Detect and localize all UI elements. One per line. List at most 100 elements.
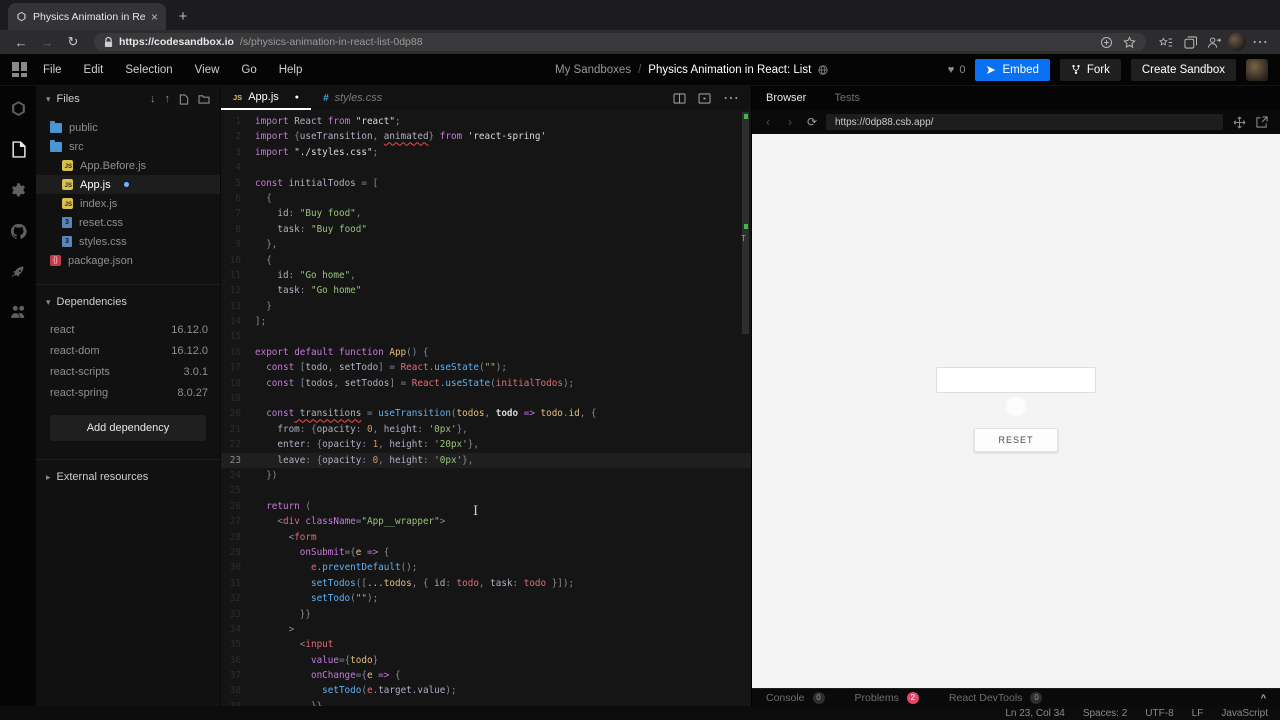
reset-button[interactable]: RESET — [974, 428, 1058, 452]
responsive-mode-icon[interactable] — [1233, 116, 1246, 129]
add-dependency-button[interactable]: Add dependency — [50, 415, 206, 441]
code-line[interactable]: 20 const transitions = useTransition(tod… — [221, 406, 751, 421]
address-bar[interactable]: https://codesandbox.io /s/physics-animat… — [94, 33, 1146, 51]
code-line[interactable]: 33 }} — [221, 607, 751, 622]
menu-go[interactable]: Go — [241, 64, 256, 76]
settings-gear-icon[interactable] — [10, 182, 27, 199]
code-line[interactable]: 21 from: {opacity: 0, height: '0px'}, — [221, 422, 751, 437]
code-line[interactable]: 10 { — [221, 253, 751, 268]
code-line[interactable]: 28 <form — [221, 530, 751, 545]
tab-styles-css[interactable]: # styles.css — [311, 86, 394, 110]
code-line[interactable]: 14]; — [221, 314, 751, 329]
upload-icon[interactable]: ↑ — [165, 93, 171, 105]
code-line[interactable]: 24 }) — [221, 468, 751, 483]
browser-avatar[interactable] — [1228, 33, 1246, 51]
dependency-react[interactable]: react 16.12.0 — [36, 319, 220, 340]
tab-close-icon[interactable]: × — [151, 10, 158, 24]
code-line[interactable]: 9 }, — [221, 237, 751, 252]
code-line[interactable]: 19 — [221, 391, 751, 406]
dependency-react-dom[interactable]: react-dom 16.12.0 — [36, 340, 220, 361]
devtools-tab-react-devtools[interactable]: React DevTools 0 — [949, 691, 1043, 704]
code-line[interactable]: 18 const [todos, setTodos] = React.useSt… — [221, 376, 751, 391]
create-sandbox-button[interactable]: Create Sandbox — [1130, 58, 1236, 81]
code-line[interactable]: 36 value={todo} — [221, 653, 751, 668]
code-line[interactable]: 23 leave: {opacity: 0, height: '0px'}, — [221, 452, 751, 468]
code-line[interactable]: 2 import {useTransition, animated} from '… — [221, 129, 751, 144]
new-file-icon[interactable] — [179, 93, 189, 105]
devtools-tab-problems[interactable]: Problems 2 — [855, 691, 919, 704]
preview-forward-icon[interactable]: › — [782, 115, 798, 129]
open-external-icon[interactable] — [1256, 116, 1268, 128]
live-users-icon[interactable] — [10, 304, 27, 319]
code-line[interactable]: 13 } — [221, 299, 751, 314]
deployment-rocket-icon[interactable] — [10, 264, 26, 280]
status-item-1[interactable]: Spaces: 2 — [1083, 708, 1127, 719]
devtools-tab-console[interactable]: Console 0 — [766, 691, 825, 704]
back-icon[interactable]: ← — [10, 35, 32, 50]
preview-refresh-icon[interactable]: ⟳ — [804, 115, 820, 129]
like-count[interactable]: ♥ 0 — [948, 64, 966, 76]
new-tab-button[interactable]: + — [170, 3, 196, 29]
code-line[interactable]: 26 return ( — [221, 499, 751, 514]
external-resources-header[interactable]: ▸ External resources — [36, 464, 220, 490]
page-zoom-icon[interactable] — [1100, 36, 1113, 49]
status-item-3[interactable]: LF — [1192, 708, 1204, 719]
expand-caret-icon[interactable]: ▸ — [46, 472, 51, 483]
file-item-app.js[interactable]: JS App.js — [36, 175, 220, 194]
menu-edit[interactable]: Edit — [84, 64, 104, 76]
collapse-caret-icon[interactable]: ▾ — [46, 94, 51, 105]
favorites-bar-icon[interactable] — [1156, 36, 1176, 49]
file-item-app.before.js[interactable]: JS App.Before.js — [36, 156, 220, 175]
tab-app-js[interactable]: JS App.js ● — [221, 86, 311, 110]
tab-tests[interactable]: Tests — [820, 92, 874, 104]
code-line[interactable]: 3 import "./styles.css"; — [221, 145, 751, 160]
dependency-react-scripts[interactable]: react-scripts 3.0.1 — [36, 361, 220, 382]
code-line[interactable]: 11 id: "Go home", — [221, 268, 751, 283]
status-item-4[interactable]: JavaScript — [1221, 708, 1268, 719]
menu-file[interactable]: File — [43, 64, 62, 76]
user-avatar[interactable] — [1246, 58, 1268, 81]
favorite-star-icon[interactable] — [1123, 35, 1136, 49]
browser-tab[interactable]: Physics Animation in React: Li × — [8, 3, 166, 30]
open-preview-icon[interactable] — [698, 92, 711, 104]
todo-input[interactable] — [936, 367, 1096, 393]
code-line[interactable]: 39 }} — [221, 699, 751, 706]
preview-back-icon[interactable]: ‹ — [760, 115, 776, 129]
code-line[interactable]: 35 <input — [221, 637, 751, 652]
collections-icon[interactable] — [1180, 35, 1200, 49]
file-item-public[interactable]: public — [36, 118, 220, 137]
new-folder-icon[interactable] — [198, 94, 210, 104]
status-item-2[interactable]: UTF-8 — [1145, 708, 1173, 719]
menu-selection[interactable]: Selection — [125, 64, 172, 76]
file-item-styles.css[interactable]: 3 styles.css — [36, 232, 220, 251]
code-line[interactable]: 27 <div className="App__wrapper"> — [221, 514, 751, 529]
files-section-header[interactable]: ▾ Files ↓ ↑ — [36, 86, 220, 112]
dependencies-section-header[interactable]: ▾ Dependencies — [36, 289, 220, 315]
codesandbox-cube-icon[interactable] — [10, 100, 27, 117]
dependency-react-spring[interactable]: react-spring 8.0.27 — [36, 382, 220, 403]
codesandbox-menu-logo-icon[interactable] — [12, 62, 27, 77]
share-profile-icon[interactable] — [1204, 36, 1224, 49]
forward-icon[interactable]: → — [36, 35, 58, 50]
export-icon[interactable]: ↓ — [150, 93, 156, 105]
status-item-0[interactable]: Ln 23, Col 34 — [1005, 708, 1065, 719]
code-line[interactable]: 34 > — [221, 622, 751, 637]
file-item-src[interactable]: src — [36, 137, 220, 156]
code-line[interactable]: 22 enter: {opacity: 1, height: '20px'}, — [221, 437, 751, 452]
collapse-caret-icon[interactable]: ▾ — [46, 297, 51, 308]
editor-scrollbar[interactable] — [742, 112, 749, 334]
file-item-index.js[interactable]: JS index.js — [36, 194, 220, 213]
code-line[interactable]: 31 setTodos([...todos, { id: todo, task:… — [221, 576, 751, 591]
expand-console-icon[interactable]: ^ — [1261, 693, 1266, 703]
code-line[interactable]: 7 id: "Buy food", — [221, 206, 751, 221]
code-line[interactable]: 37 onChange={e => { — [221, 668, 751, 683]
code-editor[interactable]: 1 import React from "react"; 2 import {useT… — [221, 110, 751, 706]
file-item-package.json[interactable]: {} package.json — [36, 251, 220, 270]
editor-more-icon[interactable]: ⋯ — [723, 88, 739, 108]
preview-address-bar[interactable]: https://0dp88.csb.app/ — [826, 114, 1223, 130]
code-line[interactable]: 38 setTodo(e.target.value); — [221, 683, 751, 698]
code-line[interactable]: 29 onSubmit={e => { — [221, 545, 751, 560]
menu-help[interactable]: Help — [279, 64, 303, 76]
code-line[interactable]: 17 const [todo, setTodo] = React.useStat… — [221, 360, 751, 375]
code-line[interactable]: 16 export default function App() { — [221, 345, 751, 360]
